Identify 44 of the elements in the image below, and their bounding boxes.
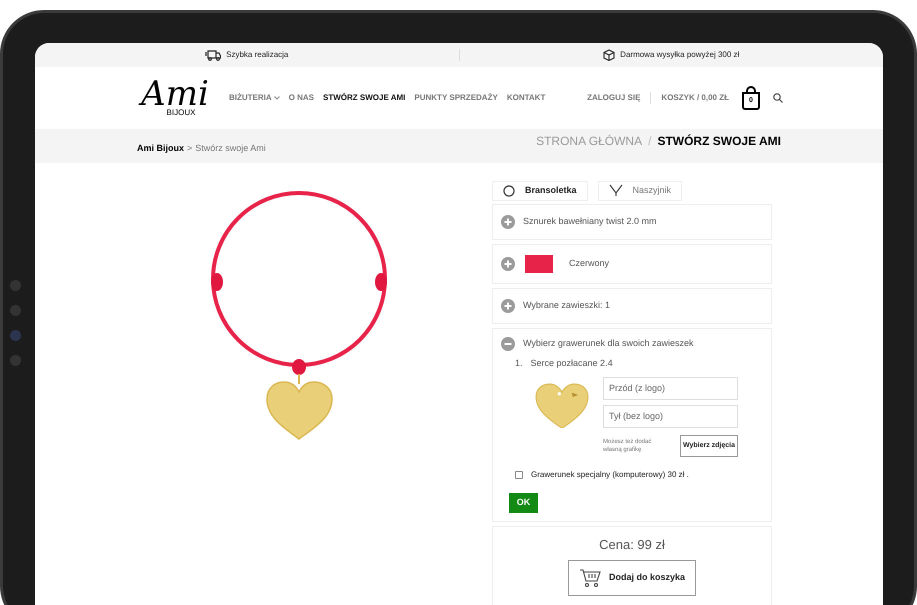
type-tab[interactable]: Bransoletka (492, 181, 588, 201)
box-icon (603, 49, 616, 61)
nav-link[interactable]: KONTAKT (506, 92, 546, 104)
page-title-separator: / (648, 133, 652, 150)
price-text: Cena: 99 zł (599, 536, 665, 554)
logo-subtitle: BIJOUX (166, 109, 196, 117)
nav-link[interactable]: PUNKTY SPRZEDAŻY (414, 92, 498, 104)
search-icon[interactable] (773, 93, 783, 103)
checkbox[interactable] (515, 470, 523, 478)
nav-link[interactable]: BIŻUTERIA (229, 92, 280, 104)
truck-icon (205, 50, 222, 60)
checkbox-label: Grawerunek specjalny (komputerowy) 30 zł . (531, 468, 689, 480)
plus-icon[interactable] (501, 299, 515, 313)
login-link[interactable]: ZALOGUJ SIĘ (587, 92, 652, 104)
breadcrumb-current: Stwórz swoje Ami (195, 142, 266, 155)
ok-button[interactable]: OK (509, 492, 538, 512)
breadcrumb-separator: > (187, 142, 192, 155)
logo-script[interactable]: Ami (141, 79, 209, 109)
top-bar-text: Szybka realizacja (226, 49, 288, 61)
front-text-field[interactable]: Przód (z logo) (603, 376, 738, 400)
cart-icon (578, 567, 601, 589)
breadcrumb-link[interactable]: Ami Bijoux (137, 142, 184, 156)
option-label: Wybierz grawerunek dla swoich zawieszek (523, 337, 694, 350)
list-number: 1. (515, 357, 523, 370)
heart-charm-drawing (535, 382, 589, 428)
charm-name: Serce pozłacane 2.4 (530, 357, 613, 370)
option-label: Czerwony (569, 257, 610, 270)
option-label: Wybrane zawieszki: 1 (523, 299, 610, 312)
top-bar-text: Darmowa wysyłka powyżej 300 zł (620, 49, 740, 61)
add-to-cart-button[interactable]: Dodaj do koszyka (568, 560, 696, 596)
plus-icon[interactable] (501, 257, 515, 271)
back-text-field[interactable]: Tył (bez logo) (603, 404, 738, 428)
type-tab[interactable]: Naszyjnik (598, 181, 682, 201)
page-title: STWÓRZ SWOJE AMI (657, 133, 781, 150)
bag-icon[interactable] (741, 86, 761, 110)
option-label: Sznurek bawełniany twist 2.0 mm (523, 215, 657, 228)
page-title-home[interactable]: STRONA GŁÓWNA (536, 132, 642, 150)
nav-link[interactable]: O NAS (288, 92, 314, 104)
pendant-icon (608, 184, 623, 198)
plus-icon[interactable] (501, 215, 515, 229)
minus-icon[interactable] (501, 337, 515, 351)
nav-link[interactable]: STWÓRZ SWOJE AMI (323, 92, 406, 104)
cart-link[interactable]: KOSZYK / 0,00 ZŁ (661, 92, 729, 104)
ring-icon (503, 185, 515, 197)
